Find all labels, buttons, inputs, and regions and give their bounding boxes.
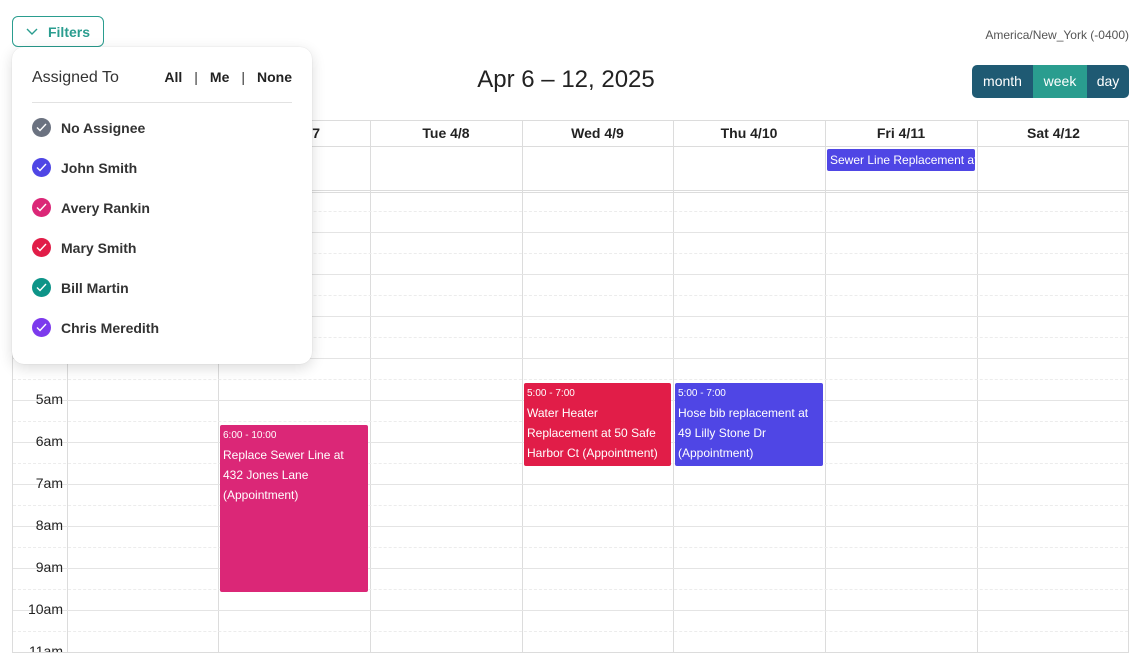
link-separator: | — [194, 69, 198, 85]
time-label: 8am — [35, 517, 63, 533]
checkbox-check-icon[interactable] — [32, 278, 51, 297]
filter-header: Assigned To All | Me | None — [32, 69, 292, 103]
assignee-option[interactable]: Bill Martin — [32, 278, 129, 297]
timezone-label: America/New_York (-0400) — [985, 28, 1129, 42]
view-switcher: month week day — [972, 65, 1129, 98]
checkbox-check-icon[interactable] — [32, 238, 51, 257]
filter-none-link[interactable]: None — [257, 69, 292, 85]
column-divider — [673, 121, 674, 652]
assignee-name: John Smith — [61, 159, 138, 176]
all-day-event[interactable]: Sewer Line Replacement at 432 Jones Lane — [827, 149, 975, 171]
day-header[interactable]: Thu 4/10 — [673, 121, 825, 146]
assignee-name: Chris Meredith — [61, 319, 160, 336]
time-label: 9am — [35, 559, 63, 575]
half-hour-line — [13, 505, 1128, 506]
time-label: 7am — [35, 475, 63, 491]
day-header[interactable]: Sat 4/12 — [977, 121, 1128, 146]
time-label: 6am — [35, 433, 63, 449]
hour-line — [13, 568, 1128, 569]
day-header[interactable]: Wed 4/9 — [522, 121, 673, 146]
day-header[interactable]: Fri 4/11 — [825, 121, 977, 146]
filters-label: Filters — [47, 23, 90, 40]
calendar-event[interactable]: 5:00 - 7:00 Hose bib replacement at 49 Li… — [675, 383, 823, 466]
filters-button[interactable]: Filters — [12, 16, 104, 47]
calendar-event[interactable]: 5:00 - 7:00 Water Heater Replacement at 5… — [524, 383, 671, 466]
hour-line — [13, 526, 1128, 527]
assignee-name: Avery Rankin — [61, 199, 150, 216]
assignee-name: Bill Martin — [61, 279, 129, 296]
view-month-button[interactable]: month — [972, 65, 1033, 98]
event-time: 5:00 - 7:00 — [678, 388, 726, 399]
half-hour-line — [13, 589, 1128, 590]
calendar-event[interactable]: 6:00 - 10:00 Replace Sewer Line at 432 Jo… — [220, 425, 368, 592]
column-divider — [522, 121, 523, 652]
day-header[interactable]: Tue 4/8 — [370, 121, 522, 146]
assignee-option[interactable]: Chris Meredith — [32, 318, 159, 337]
hour-line — [13, 610, 1128, 611]
filter-all-link[interactable]: All — [164, 69, 182, 85]
chevron-down-icon — [26, 28, 38, 35]
checkbox-check-icon[interactable] — [32, 118, 51, 137]
checkbox-check-icon[interactable] — [32, 318, 51, 337]
filter-quick-links: All | Me | None — [164, 69, 292, 85]
assignee-option[interactable]: No Assignee — [32, 118, 145, 137]
filter-me-link[interactable]: Me — [210, 69, 229, 85]
time-label: 10am — [27, 601, 63, 617]
half-hour-line — [13, 631, 1128, 632]
assignee-name: Mary Smith — [61, 239, 137, 256]
event-time: 5:00 - 7:00 — [527, 388, 575, 399]
hour-line — [13, 484, 1128, 485]
assignee-name: No Assignee — [61, 119, 146, 136]
view-week-button[interactable]: week — [1033, 65, 1087, 98]
column-divider — [825, 121, 826, 652]
assignee-option[interactable]: John Smith — [32, 158, 137, 177]
column-divider — [977, 121, 978, 652]
column-divider — [370, 121, 371, 652]
event-time: 6:00 - 10:00 — [223, 430, 277, 441]
checkbox-check-icon[interactable] — [32, 158, 51, 177]
link-separator: | — [241, 69, 245, 85]
half-hour-line — [13, 379, 1128, 380]
half-hour-line — [13, 547, 1128, 548]
assignee-option[interactable]: Avery Rankin — [32, 198, 150, 217]
event-title: Water Heater Replacement at 50 Safe Harb… — [527, 406, 658, 460]
time-label: 5am — [35, 391, 63, 407]
event-title: Replace Sewer Line at 432 Jones Lane (Ap… — [223, 448, 344, 502]
checkbox-check-icon[interactable] — [32, 198, 51, 217]
filter-dropdown-panel: Assigned To All | Me | None No Assignee J… — [12, 47, 312, 364]
assigned-to-label: Assigned To — [32, 69, 119, 86]
assignee-option[interactable]: Mary Smith — [32, 238, 136, 257]
event-title: Hose bib replacement at 49 Lilly Stone D… — [678, 406, 809, 460]
hour-line — [13, 652, 1128, 653]
view-day-button[interactable]: day — [1087, 65, 1129, 98]
time-label: 11am — [29, 643, 63, 653]
